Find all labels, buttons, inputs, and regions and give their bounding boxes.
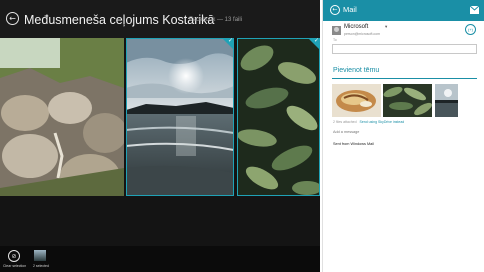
to-label: To: [333, 38, 337, 42]
album-title: Međusmeneša ceļojums Kostarikā: [24, 13, 215, 27]
photo-tile-beach[interactable]: ✓: [126, 38, 234, 196]
attachment-thumbnail[interactable]: [435, 84, 458, 117]
mail-share-pane: ← Mail Microsoft ▾ person@microsoft.com …: [322, 0, 484, 272]
skydrive-link[interactable]: Send using SkyDrive instead: [360, 120, 405, 124]
from-name[interactable]: Microsoft: [344, 24, 368, 30]
app-bar: ⊘ Clear selection 2 selected: [0, 246, 320, 272]
album-meta: Facebook — 13 faili: [189, 17, 243, 23]
photo-tile-rocks[interactable]: [0, 38, 124, 196]
album-header: ← Međusmeneša ceļojums Kostarikā Faceboo…: [0, 0, 320, 38]
add-recipient-icon[interactable]: (+): [465, 24, 476, 35]
attachment-thumbnail[interactable]: [383, 84, 432, 117]
mail-header: ← Mail: [323, 0, 484, 21]
selected-thumbnail[interactable]: [34, 250, 46, 261]
subject-divider: [332, 78, 477, 79]
mail-title: Mail: [343, 5, 357, 14]
attachment-thumbnail[interactable]: [332, 84, 381, 117]
to-field[interactable]: [332, 44, 477, 54]
photos-app: ← Međusmeneša ceļojums Kostarikā Faceboo…: [0, 0, 320, 272]
signature: Sent from Windows Mail: [333, 142, 374, 146]
back-arrow-icon[interactable]: ←: [330, 5, 340, 15]
back-arrow-icon[interactable]: ←: [6, 12, 19, 25]
selected-count-label: 2 selected: [33, 264, 49, 268]
attachment-count: 2 files attached: [333, 120, 357, 124]
attachment-status: 2 files attached Send using SkyDrive ins…: [333, 120, 404, 124]
clear-selection-label: Clear selection: [3, 264, 27, 268]
chevron-down-icon[interactable]: ▾: [385, 25, 387, 30]
photo-tile-leaves[interactable]: ✓: [237, 38, 320, 196]
avatar: [332, 26, 341, 35]
photo-strip: ✓ ✓: [0, 38, 320, 196]
clear-selection-icon[interactable]: ⊘: [8, 250, 20, 262]
subject-field[interactable]: Pievienot tēmu: [333, 67, 379, 74]
from-email: person@microsoft.com: [344, 31, 381, 36]
send-icon[interactable]: [470, 6, 479, 14]
message-body-field[interactable]: Add a message: [333, 130, 359, 134]
